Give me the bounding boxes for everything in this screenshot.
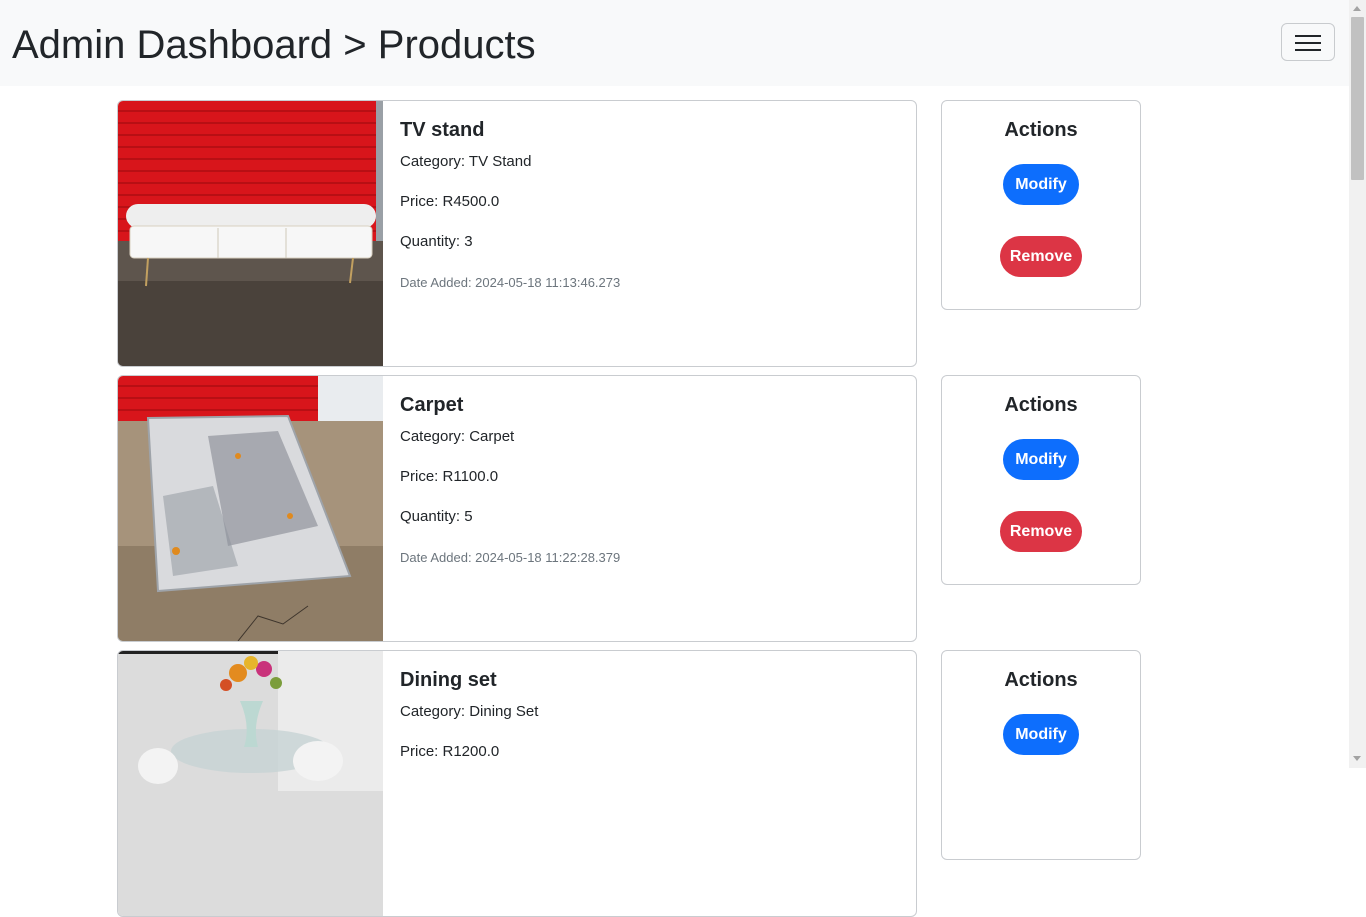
product-card: Dining set Category: Dining Set Price: R… <box>117 650 917 917</box>
actions-heading: Actions <box>1004 669 1078 691</box>
product-price: Price: R4500.0 <box>400 193 500 210</box>
product-name: Carpet <box>400 394 464 416</box>
product-price: Price: R1100.0 <box>400 468 499 485</box>
product-image <box>118 376 383 641</box>
product-quantity: Quantity: 5 <box>400 508 473 525</box>
navbar: Admin Dashboard > Products <box>0 0 1349 86</box>
product-name: TV stand <box>400 119 485 141</box>
product-category: Category: Dining Set <box>400 703 539 720</box>
navbar-toggler-button[interactable] <box>1281 23 1335 61</box>
product-image <box>118 651 383 916</box>
product-date-added: Date Added: 2024-05-18 11:13:46.273 <box>400 275 621 290</box>
modify-button[interactable]: Modify <box>1003 164 1079 205</box>
dining-set-photo <box>118 651 383 916</box>
carpet-photo <box>118 376 383 641</box>
actions-panel: Actions Modify Remove <box>941 375 1141 585</box>
actions-panel: Actions Modify Remove <box>941 100 1141 310</box>
product-quantity: Quantity: 3 <box>400 233 473 250</box>
remove-button[interactable]: Remove <box>1000 236 1082 277</box>
product-category: Category: TV Stand <box>400 153 532 170</box>
scroll-down-arrow-icon[interactable] <box>1353 756 1361 761</box>
hamburger-menu-icon-bar <box>1295 42 1321 44</box>
product-image <box>118 101 383 366</box>
product-name: Dining set <box>400 669 497 691</box>
scroll-up-arrow-icon[interactable] <box>1353 6 1361 11</box>
actions-heading: Actions <box>1004 394 1078 416</box>
product-card: TV stand Category: TV Stand Price: R4500… <box>117 100 917 367</box>
page-title[interactable]: Admin Dashboard > Products <box>12 20 536 70</box>
vertical-scrollbar[interactable] <box>1349 0 1366 768</box>
modify-button[interactable]: Modify <box>1003 439 1079 480</box>
actions-heading: Actions <box>1004 119 1078 141</box>
product-price: Price: R1200.0 <box>400 743 500 760</box>
product-date-added: Date Added: 2024-05-18 11:22:28.379 <box>400 550 621 565</box>
hamburger-menu-icon <box>1295 35 1321 37</box>
scrollbar-thumb[interactable] <box>1351 17 1364 180</box>
product-category: Category: Carpet <box>400 428 515 445</box>
actions-panel: Actions Modify <box>941 650 1141 860</box>
product-card: Carpet Category: Carpet Price: R1100.0 Q… <box>117 375 917 642</box>
tv-stand-photo <box>118 101 383 366</box>
modify-button[interactable]: Modify <box>1003 714 1079 755</box>
remove-button[interactable]: Remove <box>1000 511 1082 552</box>
hamburger-menu-icon-bar <box>1295 49 1321 51</box>
